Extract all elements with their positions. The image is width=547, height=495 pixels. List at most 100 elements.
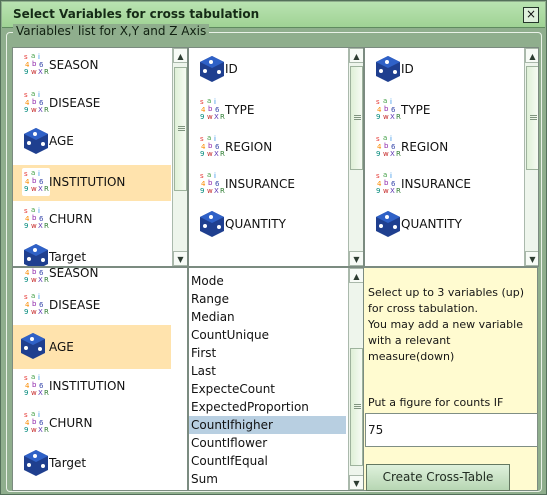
svg-text:s: s: [200, 98, 204, 106]
svg-text:a: a: [207, 134, 211, 142]
list-item[interactable]: Sum: [189, 470, 346, 488]
dice-icon: [200, 56, 224, 82]
variable-label: ID: [225, 62, 238, 76]
variable-label: INSTITUTION: [49, 379, 126, 393]
svg-text:i: i: [38, 374, 40, 382]
scroll-up-arrow-icon[interactable]: ▲: [173, 48, 187, 63]
list-item[interactable]: CountIfEqual: [189, 452, 346, 470]
svg-text:X: X: [214, 113, 219, 121]
svg-text:w: w: [383, 113, 389, 121]
variable-label: REGION: [401, 140, 449, 154]
scroll-down-arrow-icon[interactable]: ▼: [349, 475, 363, 490]
list-item[interactable]: sai4b69wXR CHURN: [13, 406, 171, 442]
svg-text:i: i: [38, 170, 40, 178]
vertical-scrollbar[interactable]: ▲ ▼: [348, 48, 363, 266]
svg-text:i: i: [390, 98, 392, 106]
dice-icon: [24, 450, 48, 476]
list-item[interactable]: sai4b69wXR CHURN: [13, 202, 171, 238]
create-cross-table-button[interactable]: Create Cross-Table: [366, 464, 510, 491]
svg-text:X: X: [38, 185, 43, 193]
list-item[interactable]: sai4b69wXR REGION: [189, 130, 347, 166]
list-item[interactable]: sai4b69wXR REGION: [365, 130, 523, 166]
svg-text:9: 9: [200, 187, 204, 195]
list-item[interactable]: CountUnique: [189, 326, 346, 344]
list-item[interactable]: sai4b69wXR DISEASE: [13, 288, 171, 324]
svg-text:a: a: [383, 171, 387, 179]
svg-text:i: i: [214, 98, 216, 106]
vertical-scrollbar[interactable]: ▲ ▼: [348, 268, 363, 490]
scroll-up-arrow-icon[interactable]: ▲: [525, 48, 538, 63]
svg-text:9: 9: [24, 222, 28, 230]
svg-text:w: w: [207, 187, 213, 195]
list-item[interactable]: First: [189, 344, 346, 362]
scroll-down-arrow-icon[interactable]: ▼: [173, 251, 187, 266]
scroll-down-arrow-icon[interactable]: ▼: [525, 251, 538, 266]
list-item[interactable]: ExpecteCount: [189, 380, 346, 398]
svg-text:b: b: [32, 60, 37, 68]
list-item[interactable]: Mode: [189, 272, 346, 290]
mixed-data-icon: sai4b69wXR: [374, 133, 402, 161]
svg-text:a: a: [31, 373, 35, 381]
mixed-data-icon: sai4b69wXR: [22, 168, 50, 196]
list-item[interactable]: CountIflower: [189, 434, 346, 452]
list-item[interactable]: sai4b69wXR INSTITUTION: [13, 369, 171, 405]
vertical-scrollbar[interactable]: ▲ ▼: [172, 48, 187, 266]
svg-text:s: s: [376, 135, 380, 143]
svg-text:s: s: [376, 98, 380, 106]
list-item[interactable]: ID: [365, 52, 523, 88]
count-if-input[interactable]: [365, 413, 538, 447]
svg-text:w: w: [207, 113, 213, 121]
list-item[interactable]: sai4b69wXR TYPE: [365, 93, 523, 129]
svg-text:b: b: [32, 300, 37, 308]
list-item[interactable]: Last: [189, 362, 346, 380]
svg-text:X: X: [38, 389, 43, 397]
list-item[interactable]: ID: [189, 52, 347, 88]
close-button[interactable]: ×: [523, 7, 539, 23]
scroll-thumb[interactable]: [174, 67, 187, 191]
svg-text:b: b: [32, 177, 37, 185]
svg-text:s: s: [200, 135, 204, 143]
grip-icon: [178, 126, 185, 131]
scroll-thumb[interactable]: [350, 66, 363, 170]
scroll-up-arrow-icon[interactable]: ▲: [349, 48, 363, 63]
list-item[interactable]: sai4b69wXR INSTITUTION: [13, 165, 171, 201]
svg-text:X: X: [390, 150, 395, 158]
z-axis-variable-list: ID sai4b69wXR TYPE sai4b69wXR REGION sai…: [364, 47, 539, 267]
scroll-down-arrow-icon[interactable]: ▼: [349, 251, 363, 266]
list-item[interactable]: QUANTITY: [365, 207, 523, 243]
list-item[interactable]: ExpectedProportion: [189, 398, 346, 416]
list-item[interactable]: Target: [13, 446, 171, 482]
svg-text:s: s: [24, 374, 28, 382]
variable-label: AGE: [49, 134, 74, 148]
list-item[interactable]: sai4b69wXR TYPE: [189, 93, 347, 129]
variable-label: TYPE: [401, 103, 431, 117]
svg-text:9: 9: [24, 389, 28, 397]
scroll-thumb[interactable]: [526, 66, 538, 170]
list-item[interactable]: QUANTITY: [189, 207, 347, 243]
list-item[interactable]: CountIfhigher: [189, 416, 346, 434]
scroll-up-arrow-icon[interactable]: ▲: [349, 268, 363, 283]
scroll-thumb[interactable]: [350, 348, 363, 466]
list-item[interactable]: Range: [189, 290, 346, 308]
dialog-window: Select Variables for cross tabulation × …: [0, 0, 547, 495]
list-item[interactable]: AGE: [13, 325, 171, 369]
list-item[interactable]: sai4b69wXR INSURANCE: [365, 167, 523, 203]
vertical-scrollbar[interactable]: ▲ ▼: [524, 48, 538, 266]
svg-text:i: i: [38, 53, 40, 61]
svg-text:9: 9: [376, 150, 380, 158]
x-axis-variable-list: sai4b69wXR SEASON sai4b69wXR DISEASE AGE…: [12, 47, 188, 267]
svg-text:i: i: [214, 135, 216, 143]
list-item[interactable]: Target: [13, 240, 171, 266]
svg-text:w: w: [31, 185, 37, 193]
dice-icon: [24, 128, 48, 154]
list-item[interactable]: sai4b69wXR DISEASE: [13, 86, 171, 122]
list-item[interactable]: AGE: [13, 124, 171, 160]
svg-text:w: w: [207, 150, 213, 158]
list-item[interactable]: sai4b69wXR SEASON: [13, 48, 171, 84]
list-item[interactable]: sai4b69wXR INSURANCE: [189, 167, 347, 203]
mixed-data-icon: sai4b69wXR: [198, 133, 226, 161]
instruction-line-5: measure(down): [368, 350, 455, 363]
list-item[interactable]: Median: [189, 308, 346, 326]
svg-text:a: a: [31, 90, 35, 98]
instruction-line-2: for cross tabulation.: [368, 302, 479, 315]
